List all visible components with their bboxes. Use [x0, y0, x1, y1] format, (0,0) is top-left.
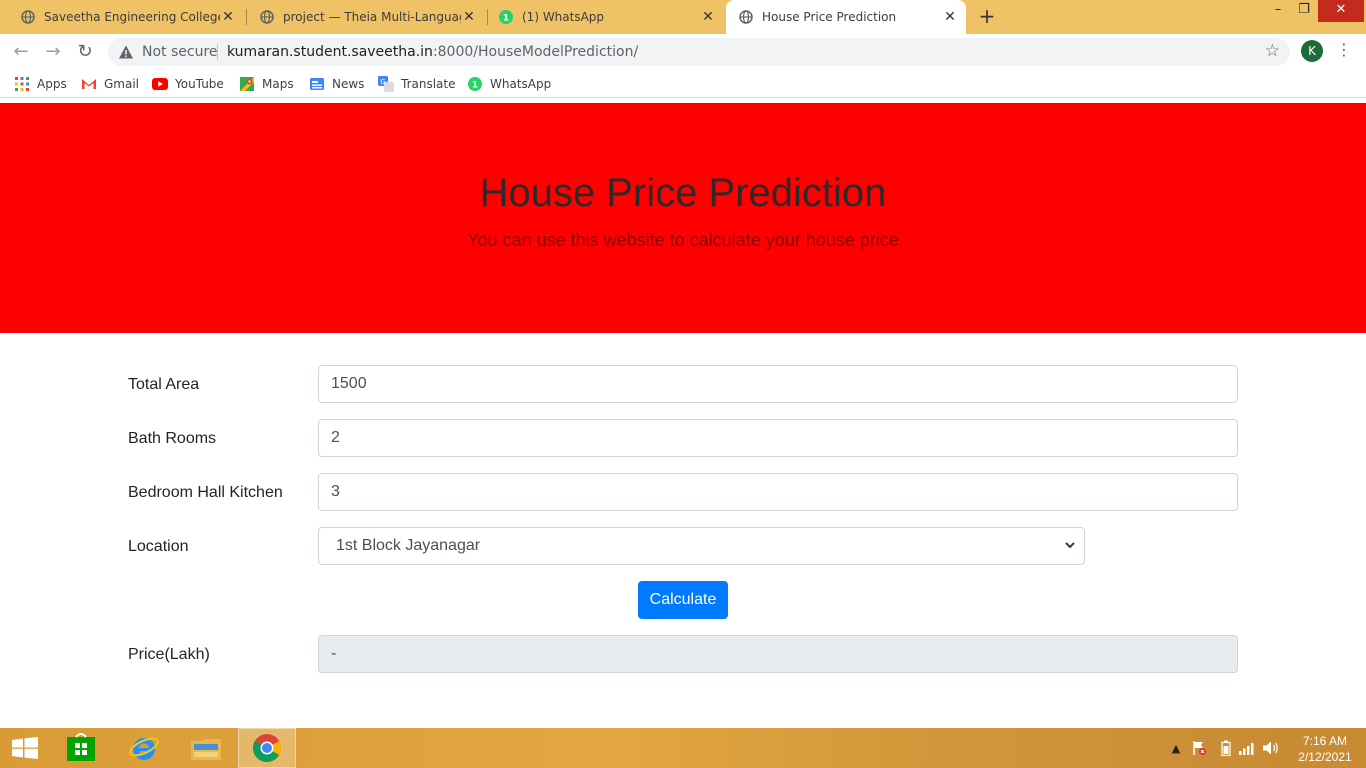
page-content: House Price Prediction You can use this …	[0, 103, 1366, 728]
omnibox-divider	[217, 44, 218, 60]
browser-tab-strip: Saveetha Engineering College ✕ project —…	[0, 0, 1366, 34]
chrome-taskbar-button[interactable]	[238, 728, 296, 768]
volume-icon[interactable]	[1262, 740, 1280, 756]
bookmark-whatsapp[interactable]: 1 WhatsApp	[467, 76, 551, 92]
battery-icon[interactable]	[1220, 740, 1232, 756]
whatsapp-icon: 1	[498, 9, 514, 25]
forward-arrow-icon[interactable]: →	[42, 41, 64, 63]
globe-icon	[259, 9, 275, 25]
chrome-icon	[253, 734, 281, 762]
tab-label: project — Theia Multi-Language	[283, 10, 461, 24]
gmail-icon	[81, 76, 97, 92]
price-label: Price(Lakh)	[128, 646, 210, 663]
restore-button[interactable]: ❐	[1292, 0, 1316, 22]
tab-label: (1) WhatsApp	[522, 10, 605, 24]
bookmark-label: Maps	[262, 77, 294, 91]
close-icon[interactable]: ✕	[942, 9, 958, 25]
globe-icon	[20, 9, 36, 25]
maps-icon	[239, 76, 255, 92]
bath-rooms-input[interactable]: 2	[318, 419, 1238, 457]
bookmark-youtube[interactable]: YouTube	[152, 76, 224, 92]
store-taskbar-button[interactable]	[52, 728, 110, 768]
tab-label: Saveetha Engineering College	[44, 10, 220, 24]
translate-icon: G	[378, 76, 394, 92]
bookmark-gmail[interactable]: Gmail	[81, 76, 139, 92]
address-bar[interactable]: Not secure kumaran.student.saveetha.in:8…	[108, 38, 1290, 66]
internet-explorer-taskbar-button[interactable]	[115, 728, 173, 768]
close-icon[interactable]: ✕	[461, 9, 477, 25]
browser-menu-icon[interactable]: ⋮	[1336, 40, 1352, 59]
news-icon	[309, 76, 325, 92]
youtube-icon	[152, 76, 168, 92]
browser-toolbar: ← → ↻ Not secure kumaran.student.saveeth…	[0, 34, 1366, 70]
profile-avatar[interactable]: K	[1301, 40, 1323, 62]
chevron-down-icon	[1065, 542, 1075, 549]
bhk-label: Bedroom Hall Kitchen	[128, 484, 283, 501]
bookmark-label: News	[332, 77, 365, 91]
bookmark-news[interactable]: News	[309, 76, 364, 92]
security-status-label[interactable]: Not secure	[142, 44, 218, 60]
bhk-input[interactable]: 3	[318, 473, 1238, 511]
reload-icon[interactable]: ↻	[74, 41, 96, 63]
bookmark-label: Gmail	[104, 77, 140, 91]
calculate-button[interactable]: Calculate	[638, 581, 728, 619]
windows-start-icon[interactable]	[12, 737, 38, 759]
url-path: :8000/HouseModelPrediction/	[432, 44, 639, 60]
action-center-flag-icon[interactable]	[1190, 740, 1208, 756]
store-icon	[67, 733, 95, 761]
minimize-button[interactable]: –	[1266, 0, 1290, 22]
new-tab-button[interactable]: +	[976, 6, 998, 28]
tab-whatsapp[interactable]: 1 (1) WhatsApp ✕	[478, 0, 724, 34]
window-close-button[interactable]: ✕	[1318, 0, 1364, 22]
page-title: House Price Prediction	[479, 171, 887, 215]
taskbar-clock[interactable]: 7:16 AM 2/12/2021	[1290, 733, 1360, 765]
total-area-input[interactable]: 1500	[318, 365, 1238, 403]
svg-text:G: G	[380, 78, 385, 86]
file-explorer-icon	[191, 736, 221, 760]
network-signal-icon[interactable]	[1238, 740, 1256, 756]
url-text[interactable]: kumaran.student.saveetha.in:8000/HouseMo…	[227, 44, 638, 60]
whatsapp-icon: 1	[467, 76, 483, 92]
location-selected-value: 1st Block Jayanagar	[336, 537, 481, 554]
bookmarks-bar: Apps Gmail YouTube Maps News G Translate…	[0, 70, 1366, 98]
bookmark-apps[interactable]: Apps	[14, 76, 67, 92]
bookmark-star-icon[interactable]: ☆	[1265, 41, 1280, 61]
bookmark-maps[interactable]: Maps	[239, 76, 294, 92]
clock-date: 2/12/2021	[1298, 750, 1352, 764]
page-subtitle: You can use this website to calculate yo…	[467, 230, 899, 250]
bookmark-label: Apps	[37, 77, 67, 91]
clock-time: 7:16 AM	[1302, 734, 1348, 748]
bookmark-translate[interactable]: G Translate	[378, 76, 456, 92]
url-host: kumaran.student.saveetha.in	[227, 44, 433, 60]
bath-rooms-label: Bath Rooms	[128, 430, 217, 447]
tab-theia-project[interactable]: project — Theia Multi-Language ✕	[239, 0, 485, 34]
hero-banner: House Price Prediction You can use this …	[0, 103, 1366, 333]
close-icon[interactable]: ✕	[700, 9, 716, 25]
tab-label: House Price Prediction	[762, 10, 897, 24]
location-label: Location	[128, 538, 189, 555]
file-explorer-taskbar-button[interactable]	[177, 728, 235, 768]
show-hidden-icons-chevron-icon[interactable]: ▲	[1170, 740, 1182, 756]
back-arrow-icon[interactable]: ←	[10, 41, 32, 63]
price-output: -	[318, 635, 1238, 673]
tab-saveetha[interactable]: Saveetha Engineering College ✕	[0, 0, 244, 34]
total-area-label: Total Area	[128, 376, 200, 393]
globe-icon	[738, 9, 754, 25]
warning-triangle-icon[interactable]	[118, 44, 134, 60]
apps-grid-icon	[14, 76, 30, 92]
internet-explorer-icon	[129, 737, 159, 760]
bookmark-label: WhatsApp	[490, 77, 552, 91]
bookmark-label: Translate	[401, 77, 456, 91]
windows-taskbar: ▲ 7:16 AM 2/12/2021	[0, 728, 1366, 768]
tab-house-price-prediction[interactable]: House Price Prediction ✕	[726, 0, 966, 34]
bookmark-label: YouTube	[175, 77, 224, 91]
svg-text:1: 1	[472, 81, 478, 91]
close-icon[interactable]: ✕	[220, 9, 236, 25]
svg-text:1: 1	[503, 14, 509, 24]
location-select[interactable]: 1st Block Jayanagar	[318, 527, 1085, 565]
